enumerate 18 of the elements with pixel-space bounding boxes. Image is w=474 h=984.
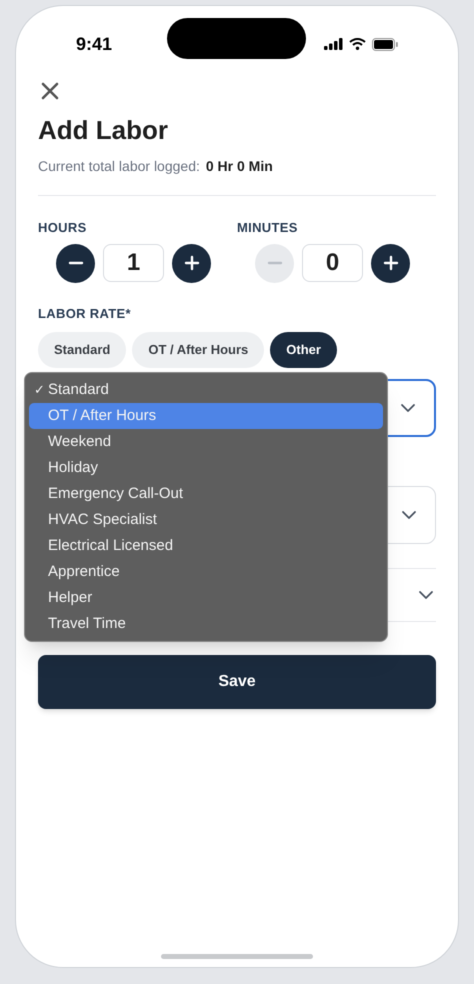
menu-item-label: Electrical Licensed (48, 536, 174, 556)
menu-item-label: Weekend (48, 432, 112, 452)
menu-item-label: Standard (48, 380, 109, 400)
page-title: Add Labor (38, 114, 169, 146)
labor-rate-label: LABOR RATE* (38, 304, 132, 322)
stepper-label: HOURS (38, 219, 88, 237)
status-time: 9:41 (76, 33, 112, 56)
menu-item-label: Emergency Call-Out (48, 484, 184, 504)
menu-item-label: HVAC Specialist (48, 510, 157, 530)
stepper-label: MINUTES (237, 219, 299, 237)
summary-value: 0 Hr 0 Min (206, 157, 273, 176)
menu-item-label: Travel Time (48, 614, 126, 634)
menu-item-label: OT / After Hours (48, 406, 156, 426)
check-mark: ✓ (34, 381, 45, 400)
menu-item-label: Helper (48, 588, 92, 608)
summary-label: Current total labor logged: (38, 157, 200, 176)
menu-item-label: Holiday (48, 458, 98, 478)
menu-item-label: Apprentice (48, 562, 120, 582)
